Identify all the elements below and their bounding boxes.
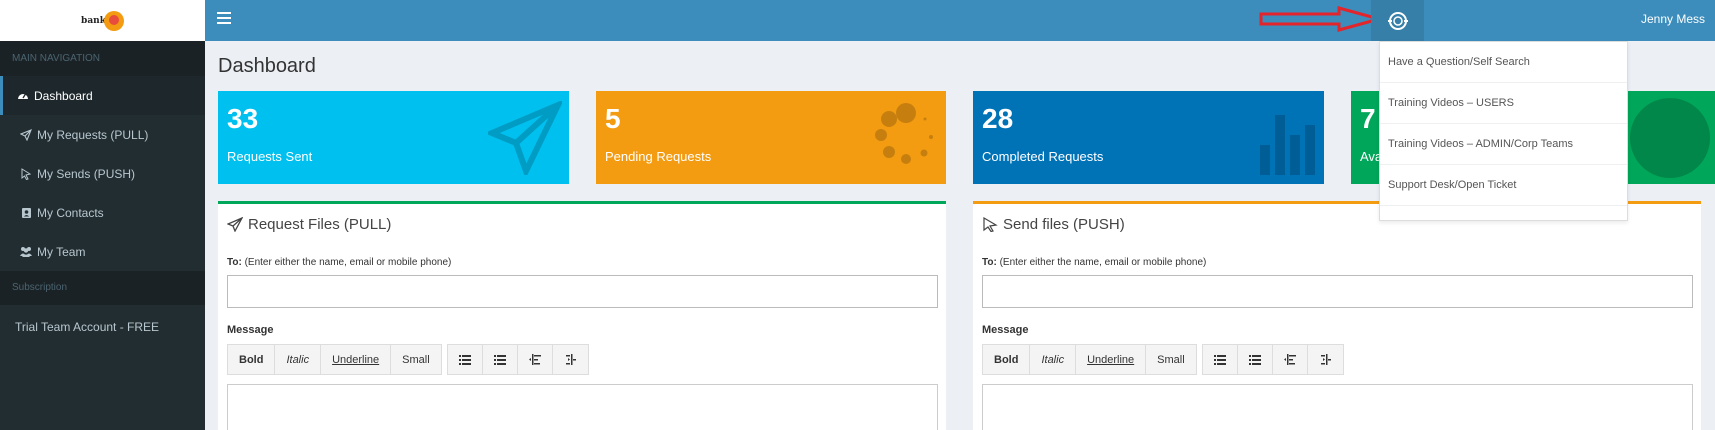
stat-value: 7 [1360, 103, 1376, 134]
indent-icon [566, 354, 577, 365]
message-label: Message [982, 324, 1029, 336]
unordered-list-button[interactable] [447, 345, 483, 374]
indent-icon [1321, 354, 1332, 365]
panel-title: Request Files (PULL) [227, 216, 391, 233]
sidebar-item-my-requests[interactable]: My Requests (PULL) [0, 115, 205, 154]
cursor-icon [19, 167, 33, 181]
text-format-group: Bold Italic Underline Small [227, 344, 442, 375]
editor-toolbar: Bold Italic Underline Small [227, 344, 594, 375]
to-label-text: To: [227, 257, 242, 268]
top-navbar [205, 0, 1715, 41]
to-recipient-input[interactable] [982, 275, 1693, 308]
panel-title: Send files (PUSH) [982, 216, 1125, 233]
paper-plane-icon [19, 128, 33, 142]
sidebar-item-my-contacts[interactable]: My Contacts [0, 193, 205, 232]
italic-button[interactable]: Italic [1030, 345, 1077, 374]
ordered-list-icon [1248, 354, 1261, 365]
lifebuoy-icon [1387, 11, 1408, 30]
users-icon [19, 245, 33, 259]
stat-value: 33 [227, 103, 259, 134]
sidebar-header: MAIN NAVIGATION [0, 41, 205, 76]
stat-value: 5 [605, 103, 621, 134]
sidebar-item-label: Dashboard [34, 88, 93, 103]
stat-label: Completed Requests [982, 149, 1104, 164]
menu-item-training-users[interactable]: Training Videos – USERS [1380, 83, 1627, 124]
contact-card-icon [19, 206, 33, 220]
indent-button[interactable] [552, 345, 588, 374]
unordered-list-icon [1213, 354, 1226, 365]
user-menu[interactable]: Jenny Mess [1641, 12, 1705, 26]
ordered-list-icon [493, 354, 506, 365]
to-hint: (Enter either the name, email or mobile … [999, 257, 1207, 268]
logo-text: bank [81, 15, 106, 26]
stat-box-pending-requests[interactable]: 5 Pending Requests [596, 91, 946, 184]
stat-box-requests-sent[interactable]: 33 Requests Sent [218, 91, 569, 184]
hamburger-menu-icon[interactable] [217, 12, 231, 24]
indent-button[interactable] [1307, 345, 1343, 374]
logo[interactable]: bank [0, 0, 205, 41]
to-label-text: To: [982, 257, 997, 268]
outdent-button[interactable] [517, 345, 553, 374]
unordered-list-icon [458, 354, 471, 365]
logo-mark-icon [103, 10, 124, 31]
menu-item-self-search[interactable]: Have a Question/Self Search [1380, 42, 1627, 83]
sidebar: MAIN NAVIGATION Dashboard My Requests (P… [0, 41, 205, 430]
panel-title-text: Send files (PUSH) [1003, 216, 1125, 233]
underline-button[interactable]: Underline [321, 345, 392, 374]
outdent-icon [528, 354, 541, 365]
outdent-icon [1283, 354, 1296, 365]
sidebar-item-label: My Requests (PULL) [37, 127, 149, 142]
sidebar-item-my-sends[interactable]: My Sends (PUSH) [0, 154, 205, 193]
menu-item-support-desk[interactable]: Support Desk/Open Ticket [1380, 165, 1627, 206]
underline-button[interactable]: Underline [1076, 345, 1147, 374]
unordered-list-button[interactable] [1202, 345, 1238, 374]
cursor-icon [983, 217, 998, 232]
sidebar-item-dashboard[interactable]: Dashboard [0, 76, 205, 115]
to-label: To: (Enter either the name, email or mob… [982, 257, 1206, 268]
editor-toolbar: Bold Italic Underline Small [982, 344, 1349, 375]
ordered-list-button[interactable] [482, 345, 518, 374]
red-arrow-annotation [1259, 6, 1383, 32]
to-recipient-input[interactable] [227, 275, 938, 308]
page-title: Dashboard [218, 55, 316, 77]
message-textarea[interactable] [982, 384, 1693, 430]
bold-button[interactable]: Bold [228, 345, 276, 374]
sidebar-subscription-header: Subscription [0, 271, 205, 305]
small-button[interactable]: Small [391, 345, 441, 374]
dashboard-icon [16, 89, 30, 103]
request-files-panel: Request Files (PULL) To: (Enter either t… [218, 201, 946, 430]
stat-value: 28 [982, 103, 1014, 134]
sidebar-item-label: My Team [37, 244, 86, 259]
panel-title-text: Request Files (PULL) [248, 216, 392, 233]
sidebar-item-label: My Sends (PUSH) [37, 166, 136, 181]
to-hint: (Enter either the name, email or mobile … [244, 257, 452, 268]
paper-plane-icon [227, 217, 243, 232]
help-dropdown-menu: Have a Question/Self Search Training Vid… [1379, 41, 1628, 221]
stat-label: Pending Requests [605, 149, 712, 164]
to-label: To: (Enter either the name, email or mob… [227, 257, 451, 268]
list-format-group [1201, 344, 1344, 375]
small-button[interactable]: Small [1146, 345, 1196, 374]
italic-button[interactable]: Italic [275, 345, 322, 374]
stat-label: Requests Sent [227, 149, 313, 164]
send-files-panel: Send files (PUSH) To: (Enter either the … [973, 201, 1701, 430]
sidebar-item-my-team[interactable]: My Team [0, 232, 205, 271]
bar-chart-icon [1260, 115, 1315, 175]
stat-box-completed-requests[interactable]: 28 Completed Requests [973, 91, 1324, 184]
list-format-group [446, 344, 589, 375]
spinner-icon [875, 103, 933, 164]
sidebar-item-subscription[interactable]: Trial Team Account - FREE [0, 305, 205, 349]
paper-plane-icon [488, 101, 562, 175]
message-label: Message [227, 324, 274, 336]
outdent-button[interactable] [1272, 345, 1308, 374]
text-format-group: Bold Italic Underline Small [982, 344, 1197, 375]
help-lifebuoy-button[interactable] [1371, 0, 1424, 41]
sidebar-item-label: My Contacts [37, 205, 104, 220]
message-textarea[interactable] [227, 384, 938, 430]
pie-chart-icon [1630, 98, 1710, 178]
menu-item-training-admin[interactable]: Training Videos – ADMIN/Corp Teams [1380, 124, 1627, 165]
bold-button[interactable]: Bold [983, 345, 1031, 374]
ordered-list-button[interactable] [1237, 345, 1273, 374]
